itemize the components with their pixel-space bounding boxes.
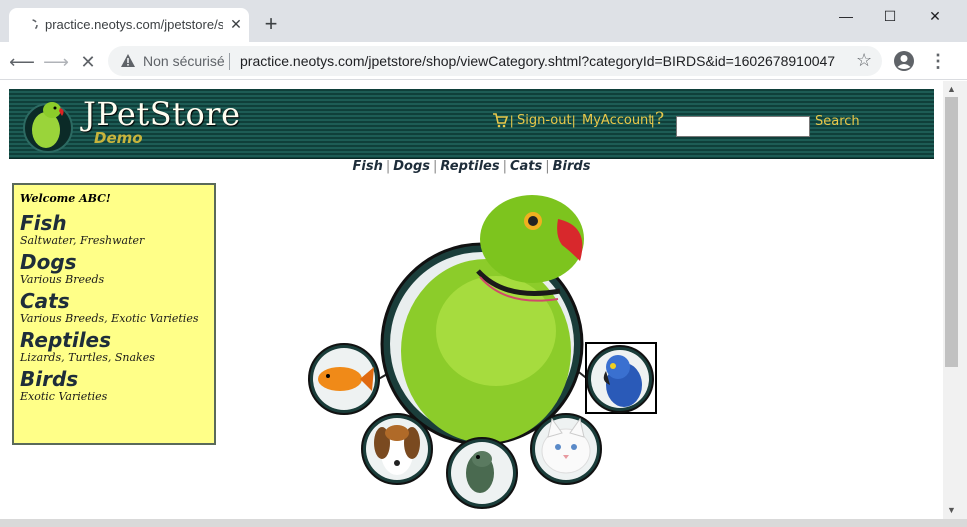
category-description: Saltwater, Freshwater — [20, 234, 145, 247]
fish-image[interactable] — [308, 343, 380, 415]
cat-image[interactable] — [530, 413, 602, 485]
sidebar-category-reptiles: Reptiles Lizards, Turtles, Snakes — [20, 329, 208, 364]
quicklink-separator: | — [502, 159, 507, 174]
dog-image[interactable] — [361, 413, 433, 485]
header-separator: | — [510, 113, 514, 128]
cart-icon[interactable] — [492, 112, 508, 128]
new-tab-button[interactable]: + — [259, 13, 283, 37]
category-link[interactable]: Birds — [20, 368, 208, 390]
browser-toolbar: ⟵ ⟶ ✕ Non sécurisé practice.neotys.com/j… — [0, 42, 967, 80]
reptile-image[interactable] — [446, 437, 518, 509]
macaw-image[interactable] — [585, 342, 657, 414]
logo-title[interactable]: JPetStore — [83, 95, 241, 133]
help-icon[interactable]: ? — [655, 109, 664, 129]
quicklink-fish[interactable]: Fish — [353, 159, 383, 174]
quicklink-cats[interactable]: Cats — [510, 159, 542, 174]
logo-subtitle: Demo — [94, 129, 143, 147]
back-icon[interactable]: ⟵ — [8, 48, 36, 76]
header-separator: | — [651, 113, 655, 128]
site-header: JPetStore Demo | Sign-out | MyAccount | … — [9, 89, 934, 159]
loading-icon — [26, 19, 38, 31]
close-window-icon[interactable]: ✕ — [913, 4, 957, 28]
minimize-icon[interactable]: — — [824, 4, 868, 28]
category-description: Lizards, Turtles, Snakes — [20, 351, 155, 364]
category-link[interactable]: Fish — [20, 212, 208, 234]
menu-icon[interactable]: ⋮ — [928, 50, 948, 72]
quicklink-separator: | — [545, 159, 550, 174]
security-label[interactable]: Non sécurisé — [143, 53, 225, 69]
forward-icon[interactable]: ⟶ — [42, 48, 70, 76]
star-icon[interactable]: ☆ — [856, 50, 872, 71]
tab-title: practice.neotys.com/jpetstore/sh — [45, 17, 223, 32]
taskbar-strip — [0, 519, 967, 527]
category-description: Various Breeds, Exotic Varieties — [20, 312, 199, 325]
search-input[interactable] — [676, 116, 810, 137]
category-description: Various Breeds — [20, 273, 105, 286]
sidebar-category-dogs: Dogs Various Breeds — [20, 251, 208, 286]
category-link[interactable]: Dogs — [20, 251, 208, 273]
tab-strip: practice.neotys.com/jpetstore/sh ✕ + — ☐… — [0, 0, 967, 42]
quicklink-reptiles[interactable]: Reptiles — [440, 159, 499, 174]
profile-icon[interactable] — [893, 50, 915, 72]
omnibox-divider — [229, 53, 230, 70]
quicklink-separator: | — [385, 159, 391, 174]
quick-links-bar: Fish | Dogs | Reptiles | Cats | Birds — [0, 159, 943, 174]
splash-image-map — [308, 195, 657, 509]
header-separator: | — [572, 113, 576, 128]
stop-icon[interactable]: ✕ — [74, 48, 102, 76]
search-button[interactable]: Search — [815, 114, 860, 129]
category-description: Exotic Varieties — [20, 390, 108, 403]
warning-icon — [121, 54, 135, 67]
scrollbar-thumb[interactable] — [945, 97, 958, 367]
parrot-logo-icon[interactable] — [22, 96, 74, 154]
browser-tab[interactable]: practice.neotys.com/jpetstore/sh ✕ — [9, 8, 249, 42]
sidebar-category-fish: Fish Saltwater, Freshwater — [20, 212, 208, 247]
quicklink-birds[interactable]: Birds — [553, 159, 591, 174]
my-account-link[interactable]: MyAccount — [582, 113, 653, 128]
scroll-up-icon[interactable]: ▲ — [947, 84, 956, 94]
category-sidebar: Welcome ABC! Fish Saltwater, Freshwater … — [12, 183, 216, 445]
category-link[interactable]: Cats — [20, 290, 208, 312]
quicklink-separator: | — [433, 159, 438, 174]
scroll-down-icon[interactable]: ▼ — [947, 505, 956, 515]
sidebar-category-cats: Cats Various Breeds, Exotic Varieties — [20, 290, 208, 325]
url-text[interactable]: practice.neotys.com/jpetstore/shop/viewC… — [240, 53, 835, 69]
welcome-message: Welcome ABC! — [20, 192, 111, 205]
page-viewport: JPetStore Demo | Sign-out | MyAccount | … — [0, 81, 943, 519]
close-tab-icon[interactable]: ✕ — [227, 15, 245, 33]
quicklink-dogs[interactable]: Dogs — [393, 159, 430, 174]
maximize-icon[interactable]: ☐ — [868, 4, 912, 28]
sign-out-link[interactable]: Sign-out — [517, 113, 572, 128]
category-link[interactable]: Reptiles — [20, 329, 208, 351]
address-bar[interactable]: Non sécurisé practice.neotys.com/jpetsto… — [108, 46, 882, 76]
sidebar-category-birds: Birds Exotic Varieties — [20, 368, 208, 403]
